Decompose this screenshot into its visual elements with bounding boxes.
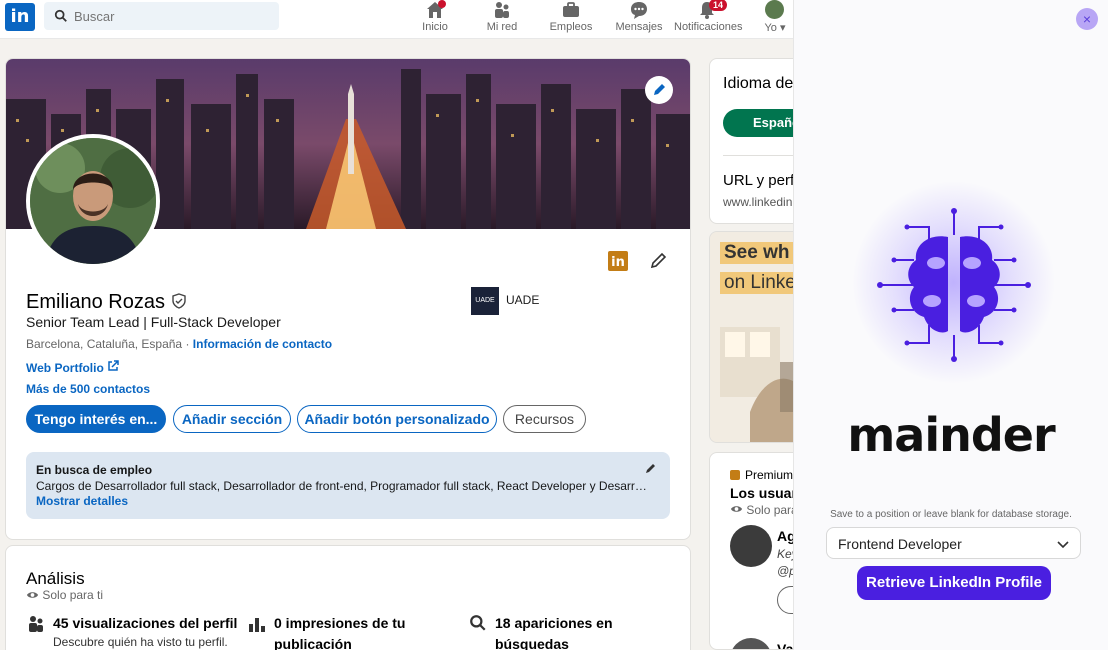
- mainder-brand-logo: mainder: [847, 408, 1055, 462]
- edit-banner-button[interactable]: [645, 76, 673, 104]
- external-link-icon: [108, 360, 119, 371]
- location-text: Barcelona, Cataluña, España ·: [26, 337, 193, 351]
- person2-name[interactable]: Va: [777, 641, 793, 649]
- profile-views-stat[interactable]: 45 visualizaciones del perfil: [53, 615, 237, 631]
- linkedin-logo-icon[interactable]: in: [5, 3, 35, 31]
- search-appearances-line2[interactable]: búsquedas: [495, 636, 569, 650]
- contacts-link[interactable]: Más de 500 contactos: [26, 382, 150, 396]
- verified-shield-icon: [171, 293, 186, 309]
- job-box-description: Cargos de Desarrollador full stack, Desa…: [36, 479, 648, 493]
- messages-icon: [631, 2, 647, 19]
- url-value[interactable]: www.linkedin: [723, 195, 792, 209]
- uade-logo[interactable]: UADE: [471, 287, 499, 315]
- people-icon: [29, 616, 43, 632]
- impressions-stat-line2[interactable]: publicación: [274, 636, 352, 650]
- analytics-privacy: Solo para ti: [26, 588, 103, 602]
- profile-views-sub: Descubre quién ha visto tu perfil.: [53, 635, 228, 649]
- analytics-title: Análisis: [26, 569, 85, 588]
- search-appearances-icon: [470, 615, 486, 631]
- nav-label: Mi red: [486, 21, 518, 33]
- nav-inicio[interactable]: Inicio: [415, 0, 455, 38]
- job-box-title: En busca de empleo: [36, 463, 153, 477]
- analytics-card: Análisis Solo para ti 45 visualizaciones…: [5, 545, 691, 650]
- close-panel-button[interactable]: ×: [1076, 8, 1098, 30]
- person-avatar[interactable]: [730, 525, 772, 567]
- profile-name: Emiliano Rozas: [26, 291, 187, 314]
- add-custom-button[interactable]: Añadir botón personalizado: [297, 405, 497, 433]
- show-details-link[interactable]: Mostrar detalles: [36, 494, 128, 508]
- home-dot: [438, 0, 446, 8]
- nav-yo[interactable]: Yo ▾: [758, 0, 792, 38]
- resources-button[interactable]: Recursos: [503, 405, 586, 433]
- pencil-icon: [654, 84, 665, 95]
- ad-headline-1: See wh: [720, 242, 794, 264]
- person2-avatar[interactable]: [730, 638, 772, 649]
- ad-headline-2: on Linke: [720, 272, 800, 294]
- linkedin-badge-icon[interactable]: in: [608, 251, 628, 271]
- search-box[interactable]: [44, 2, 279, 30]
- open-to-work-box: En busca de empleo Cargos de Desarrollad…: [26, 452, 670, 519]
- search-appearances-line1[interactable]: 18 apariciones en: [495, 615, 613, 631]
- mainder-extension-panel: × mainder Save to a position or leave bl…: [793, 0, 1108, 650]
- notification-count-badge: 14: [709, 0, 728, 11]
- position-select-value: Frontend Developer: [838, 536, 962, 552]
- edit-profile-pencil-icon[interactable]: [649, 250, 669, 270]
- privacy-text: Solo para ti: [42, 588, 104, 602]
- network-icon: [495, 2, 509, 18]
- premium-title: Los usuari: [730, 485, 801, 501]
- contact-info-link[interactable]: Información de contacto: [193, 337, 332, 351]
- chevron-down-icon: [1057, 541, 1069, 549]
- nav-label: Inicio: [422, 21, 448, 33]
- eye-icon: [730, 506, 743, 512]
- profile-card: in Emiliano Rozas Senior Team Lead | Ful…: [5, 58, 691, 540]
- profile-avatar[interactable]: [26, 134, 160, 268]
- edit-job-pencil-icon[interactable]: [644, 461, 658, 475]
- brain-circuit-icon: [877, 208, 1031, 362]
- nav-label: Mensajes: [615, 21, 663, 33]
- language-title: Idioma de: [723, 75, 794, 92]
- profile-headline: Senior Team Lead | Full-Stack Developer: [26, 314, 281, 330]
- profile-location: Barcelona, Cataluña, España · Informació…: [26, 337, 332, 351]
- add-section-button[interactable]: Añadir sección: [173, 405, 291, 433]
- avatar-photo: [30, 138, 156, 264]
- svg-text:in: in: [611, 255, 625, 270]
- search-icon: [54, 9, 67, 22]
- web-portfolio-link[interactable]: Web Portfolio: [26, 360, 119, 375]
- open-to-button[interactable]: Tengo interés en...: [26, 405, 166, 433]
- premium-icon: [730, 470, 740, 480]
- briefcase-icon: [563, 2, 579, 17]
- url-title: URL y perf: [723, 172, 795, 189]
- nav-label: Notificaciones: [674, 21, 743, 33]
- name-text: Emiliano Rozas: [26, 291, 165, 313]
- save-hint-text: Save to a position or leave blank for da…: [830, 509, 1072, 520]
- position-select[interactable]: Frontend Developer: [826, 527, 1081, 559]
- education-name[interactable]: UADE: [506, 293, 539, 307]
- chevron-down-icon: ▾: [779, 22, 786, 34]
- premium-label: Premium: [745, 468, 794, 482]
- retrieve-linkedin-profile-button[interactable]: Retrieve LinkedIn Profile: [857, 566, 1051, 600]
- premium-privacy: Solo para: [730, 503, 798, 517]
- nav-label: Empleos: [549, 21, 593, 33]
- avatar-icon: [765, 0, 784, 19]
- nav-mi-red[interactable]: Mi red: [482, 0, 522, 38]
- nav-notificaciones[interactable]: 14 Notificaciones: [674, 0, 743, 38]
- nav-empleos[interactable]: Empleos: [548, 0, 594, 38]
- nav-mensajes[interactable]: Mensajes: [614, 0, 664, 38]
- search-input[interactable]: [74, 2, 274, 30]
- nav-label: Yo ▾: [764, 22, 786, 34]
- portfolio-text: Web Portfolio: [26, 361, 104, 375]
- bar-chart-icon: [249, 618, 265, 632]
- eye-icon: [26, 592, 39, 598]
- impressions-stat-line1[interactable]: 0 impresiones de tu: [274, 615, 405, 631]
- premium-privacy-text: Solo para: [746, 503, 798, 517]
